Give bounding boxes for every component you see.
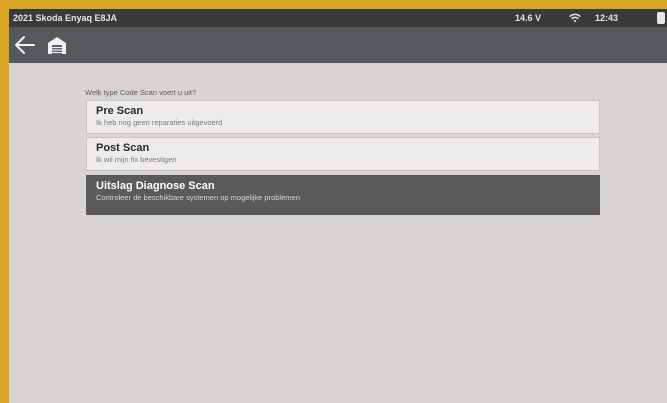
- option-label: Uitslag Diagnose Scan: [96, 180, 215, 192]
- option-description: Ik wil mijn fix bevestigen: [96, 155, 177, 164]
- battery-icon: [657, 12, 665, 24]
- main-content: Welk type Code Scan voert u uit? Pre Sca…: [9, 63, 667, 403]
- option-pre-scan[interactable]: Pre Scan Ik heb nog geen reparaties uitg…: [86, 100, 600, 134]
- scan-type-question: Welk type Code Scan voert u uit?: [85, 88, 197, 97]
- clock-time: 12:43: [595, 13, 619, 23]
- option-diagnose-scan[interactable]: Uitslag Diagnose Scan Controleer de besc…: [86, 175, 600, 215]
- vehicle-title: 2021 Skoda Enyaq E8JA: [13, 13, 118, 23]
- option-description: Controleer de beschikbare systemen op mo…: [96, 193, 300, 202]
- status-bar: 2021 Skoda Enyaq E8JA 14.6 V 12:43: [9, 9, 667, 27]
- option-label: Pre Scan: [96, 105, 144, 117]
- battery-voltage: 14.6 V: [515, 13, 542, 23]
- back-arrow-icon[interactable]: [14, 35, 36, 55]
- option-description: Ik heb nog geen reparaties uitgevoerd: [96, 118, 223, 127]
- option-label: Post Scan: [96, 142, 150, 154]
- device-screen: 2021 Skoda Enyaq E8JA 14.6 V 12:43 Welk …: [9, 9, 667, 403]
- device-frame: 2021 Skoda Enyaq E8JA 14.6 V 12:43 Welk …: [0, 0, 667, 403]
- garage-home-icon[interactable]: [46, 34, 68, 56]
- toolbar: [9, 27, 667, 63]
- wifi-icon: [569, 13, 581, 23]
- option-post-scan[interactable]: Post Scan Ik wil mijn fix bevestigen: [86, 137, 600, 171]
